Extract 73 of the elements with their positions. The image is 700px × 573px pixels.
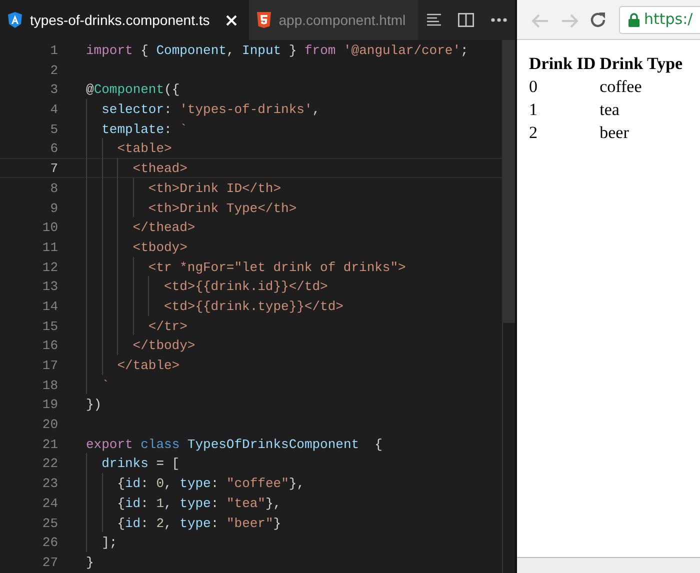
line-number: 6 [49,140,58,158]
editor-tab[interactable]: types-of-drinks.component.ts [0,0,249,40]
line-number: 21 [41,436,58,452]
line-number: 17 [41,357,58,374]
code-line: {id: 0, type: "coffee"}, [117,476,304,492]
line-number: 5 [49,120,58,138]
table-cell-text: beer [600,122,630,144]
code-line: <table> [117,141,172,156]
table-cell-text: tea [600,99,620,121]
line-number: 15 [41,318,58,334]
code-line: <td>{{drink.type}}</td> [164,298,344,314]
code-line: <th>Drink Type</th> [148,200,297,216]
line-number: 8 [49,180,58,196]
code-line: {id: 2, type: "beer"} [117,516,282,530]
line-number: 3 [49,81,58,98]
editor-tab[interactable]: app.component.html [248,0,418,40]
line-number: 16 [41,337,58,354]
line-number: 9 [49,200,58,216]
address-bar[interactable]: https:/ [619,6,700,34]
split-editor-icon[interactable] [458,13,474,27]
code-line: template: ` [102,122,188,137]
code-line: import { Component, Input } from '@angular/core'; [86,43,468,58]
line-number: 27 [41,554,58,571]
code-line: <thead> [132,161,188,176]
line-number: 2 [49,62,58,78]
code-line: export class TypesOfDrinksComponent { [86,436,382,452]
line-number: 18 [41,376,58,394]
code-line: } [86,554,94,570]
shield-icon [8,12,22,28]
url-text: https:/ [644,9,693,30]
code-line: <td>{{drink.id}}</td> [164,279,328,294]
code-line: </thead> [132,220,196,236]
line-number: 13 [41,278,58,295]
line-number: 12 [41,258,58,276]
line-number: 10 [41,219,58,236]
close-icon[interactable] [226,14,237,26]
line-number: 4 [49,101,58,118]
line-number: 25 [41,514,58,532]
column-header: Drink ID [529,52,600,75]
table-cell: 1 [529,98,600,121]
line-number: 14 [41,298,58,315]
code-line: }) [86,397,102,412]
line-number: 22 [41,455,58,472]
code-line: </table> [117,358,180,373]
line-number: 1 [49,42,58,59]
code-line: </tr> [148,318,188,334]
code-line: ` [102,378,110,393]
code-line: selector: 'types-of-drinks', [102,102,320,118]
outline-icon[interactable] [426,13,442,27]
code-line: @Component({ [86,82,180,98]
code-line: ]; [102,535,118,550]
html5-icon [256,12,271,28]
line-number: 19 [41,396,58,414]
line-number: 7 [49,160,58,177]
code-line: <tbody> [132,240,188,255]
code-line: <tr *ngFor="let drink of drinks"> [148,260,406,275]
code-line: <th>Drink ID</th> [148,180,282,196]
more-icon[interactable] [490,18,507,22]
table-cell-text: 0 [529,76,538,98]
table-cell-text: coffee [600,76,643,98]
reload-icon[interactable] [589,10,607,28]
column-header: Drink Type [600,53,684,75]
table-cell: 2 [529,121,600,144]
line-number: 20 [41,416,58,433]
line-number: 26 [41,534,58,551]
code-line: drinks = [ [102,456,180,472]
lock-icon [628,12,640,26]
line-number: 11 [41,238,58,256]
line-number: 23 [41,475,58,492]
scrollbar-thumb[interactable] [503,40,515,323]
code-line: {id: 1, type: "tea"}, [117,496,282,511]
code-line: </tbody> [132,338,196,354]
line-number: 24 [41,494,58,512]
